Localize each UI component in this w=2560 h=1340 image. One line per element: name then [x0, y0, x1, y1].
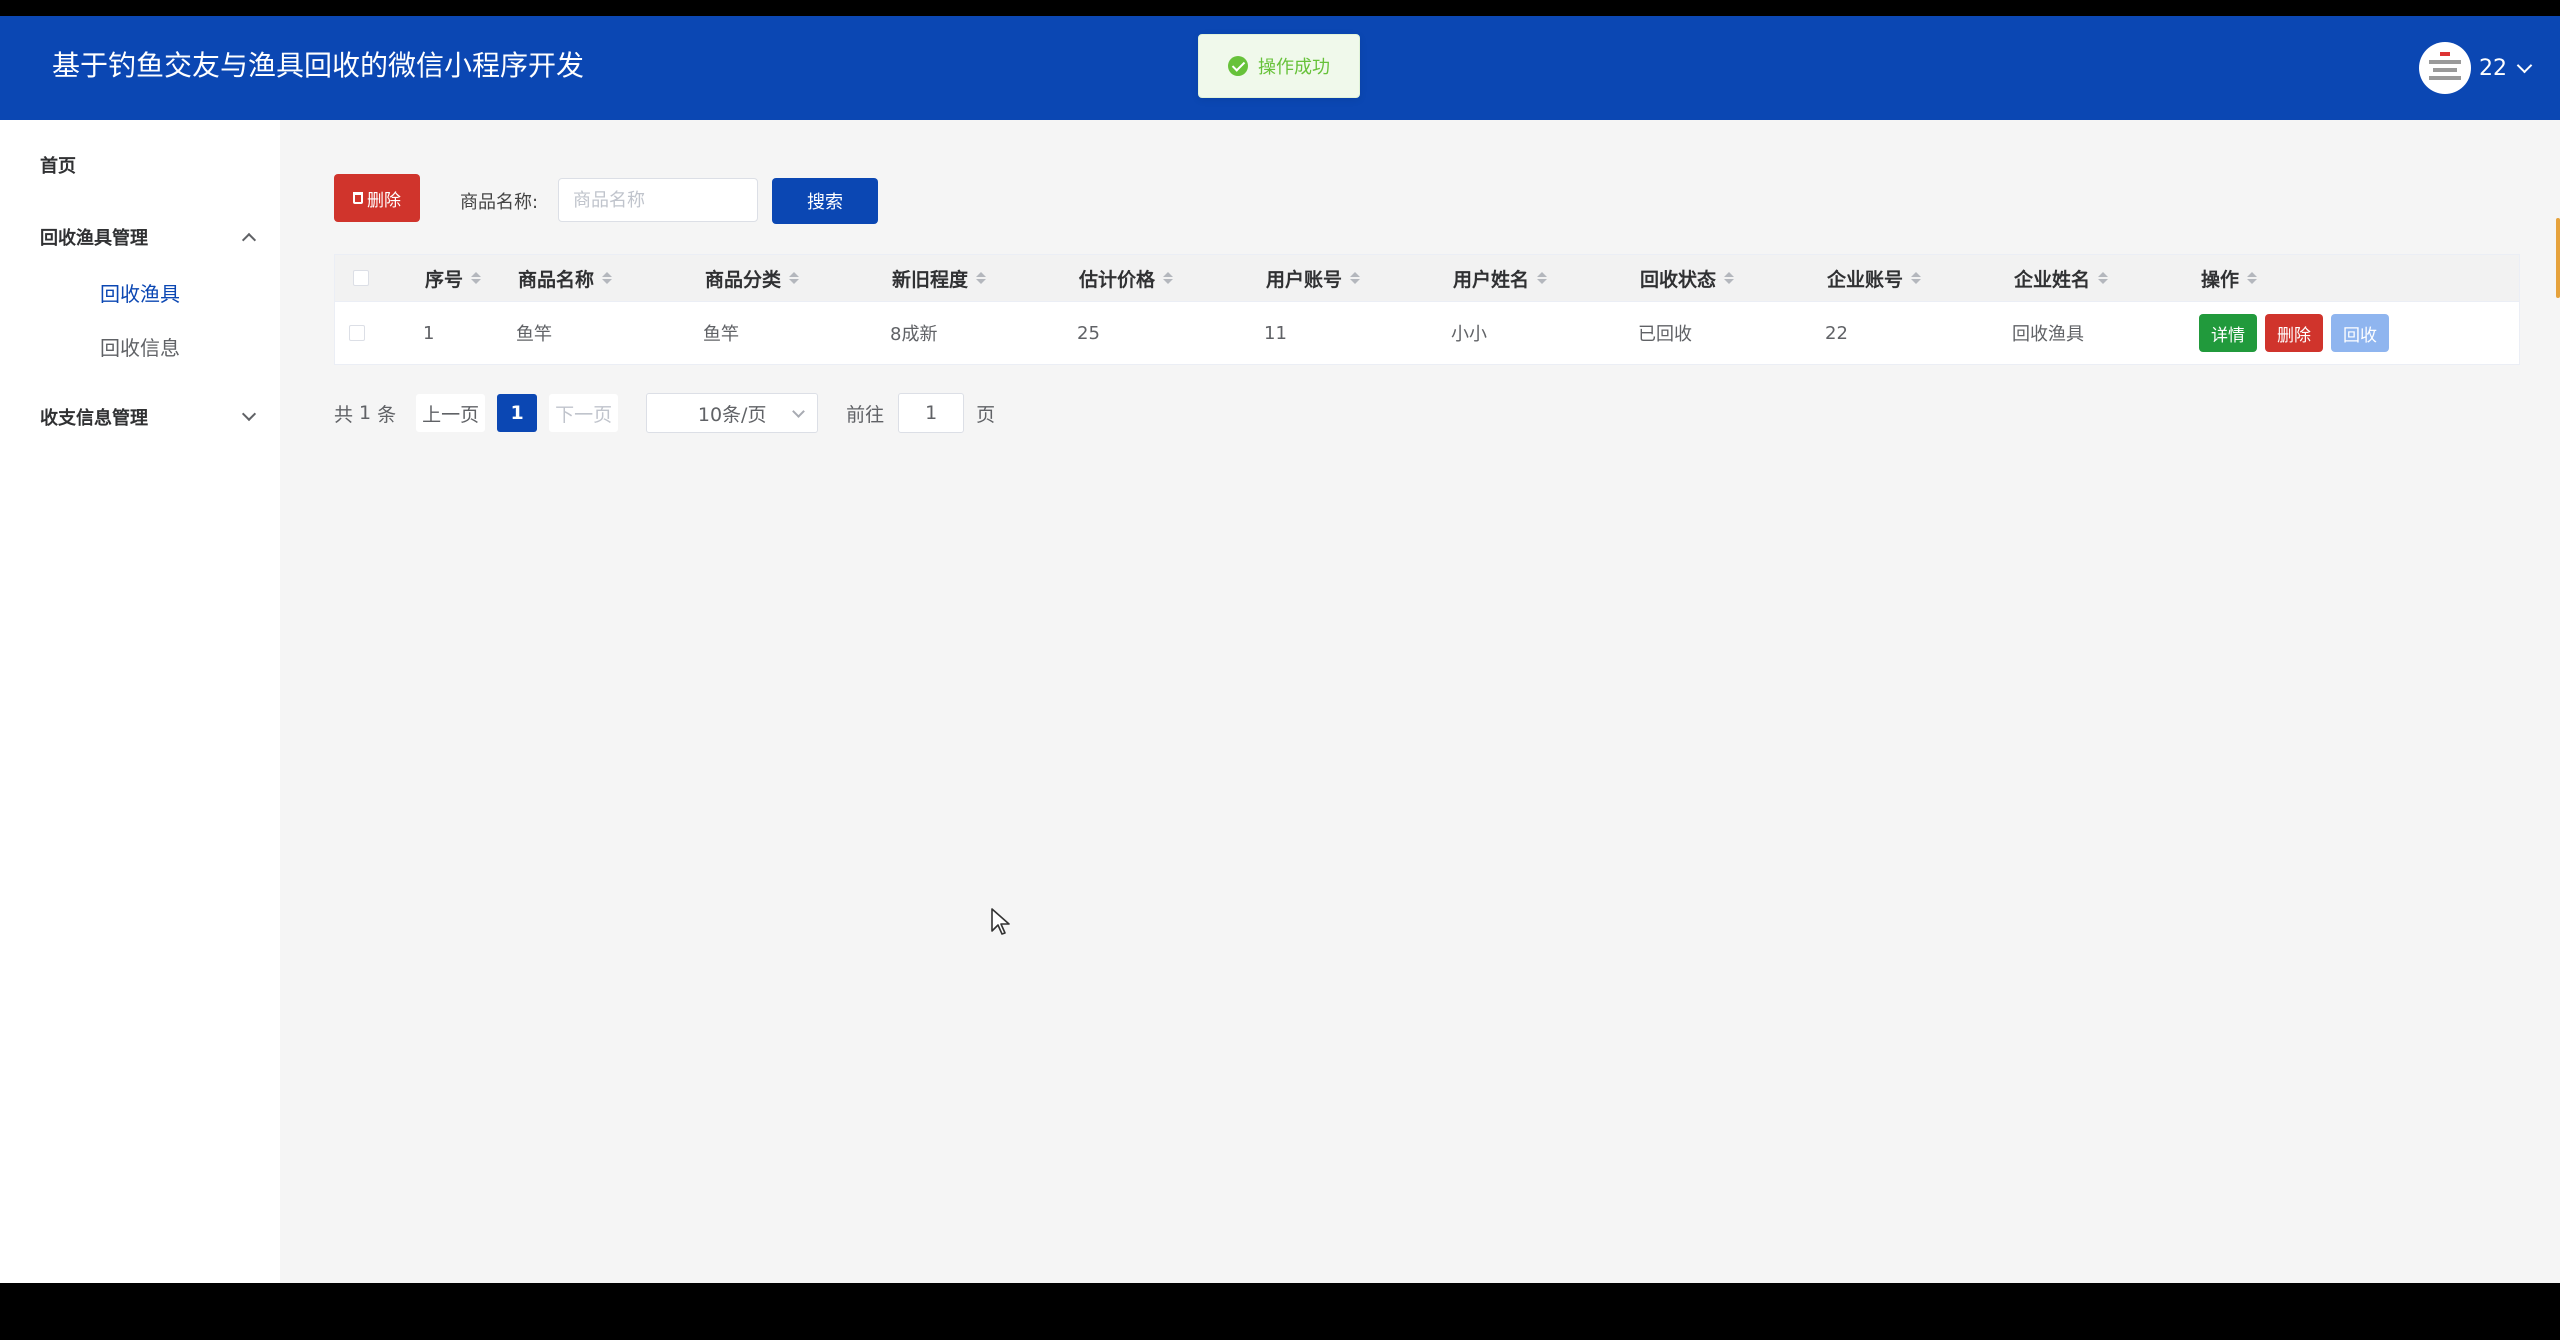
col-header[interactable]: 商品分类	[705, 255, 800, 301]
delete-button[interactable]: 删除	[2265, 314, 2323, 352]
sort-icon	[2098, 272, 2109, 284]
sidebar: 首页 回收渔具管理 回收渔具 回收信息 收支信息管理	[0, 120, 280, 1283]
sidebar-group-label: 收支信息管理	[40, 408, 148, 429]
pagination-total-prefix: 共	[334, 403, 354, 426]
sort-icon	[471, 272, 482, 284]
cell-status: 已回收	[1638, 324, 1692, 345]
sidebar-item-home[interactable]: 首页	[40, 152, 76, 178]
cell-category: 鱼竿	[703, 324, 739, 345]
chevron-down-icon	[792, 405, 806, 418]
row-select-cell	[349, 302, 365, 364]
pagination: 共 1 条 上一页 1 下一页 10条/页 前往 页	[334, 393, 995, 433]
scroll-indicator	[2556, 218, 2560, 298]
cell-user-account: 11	[1264, 322, 1287, 344]
sidebar-group-finance[interactable]: 收支信息管理	[40, 404, 257, 430]
cell-actions: 详情 删除 回收	[2199, 302, 2397, 364]
select-all-cell	[353, 255, 369, 301]
sort-icon	[1537, 272, 1548, 284]
sort-icon	[1163, 272, 1174, 284]
check-circle-icon	[1228, 56, 1248, 76]
detail-button[interactable]: 详情	[2199, 314, 2257, 352]
col-header[interactable]: 新旧程度	[892, 255, 987, 301]
table-row: 1 鱼竿 鱼竿 8成新 25 11 小小 已回收 22 回收渔具 详情 删除 回…	[335, 302, 2519, 364]
sidebar-item-recycle-gear[interactable]: 回收渔具	[100, 278, 180, 307]
row-checkbox[interactable]	[349, 325, 365, 341]
avatar[interactable]	[2419, 42, 2471, 94]
sort-icon	[2247, 272, 2258, 284]
prev-page-button[interactable]: 上一页	[416, 394, 486, 432]
page-unit-label: 页	[976, 403, 996, 426]
sidebar-group-label: 回收渔具管理	[40, 228, 148, 249]
col-header[interactable]: 用户姓名	[1453, 255, 1548, 301]
page-size-value: 10条/页	[697, 403, 767, 426]
pagination-total-suffix: 条	[377, 403, 397, 426]
goto-page-input[interactable]	[898, 393, 965, 433]
bottom-bar	[0, 1283, 2560, 1340]
col-header[interactable]: 估计价格	[1079, 255, 1174, 301]
sort-icon	[602, 272, 613, 284]
col-header[interactable]: 操作	[2201, 255, 2258, 301]
cell-price: 25	[1077, 322, 1100, 344]
recycle-button[interactable]: 回收	[2331, 314, 2389, 352]
col-header[interactable]: 企业姓名	[2014, 255, 2109, 301]
col-header[interactable]: 序号	[425, 255, 482, 301]
sort-icon	[976, 272, 987, 284]
page-size-select[interactable]: 10条/页	[646, 393, 819, 433]
sidebar-group-recycle[interactable]: 回收渔具管理	[40, 224, 257, 250]
cell-condition: 8成新	[890, 324, 938, 345]
main-content: 删除 商品名称: 搜索 序号 商品名称 商品分类 新旧程度 估计价格 用户账号 …	[280, 120, 2560, 1283]
app-title: 基于钓鱼交友与渔具回收的微信小程序开发	[52, 49, 585, 82]
col-header[interactable]: 企业账号	[1827, 255, 1922, 301]
user-menu[interactable]: 22	[2419, 16, 2533, 120]
cell-index: 1	[423, 322, 435, 344]
cell-company-name: 回收渔具	[2012, 324, 2084, 345]
cell-user-name: 小小	[1451, 324, 1487, 345]
search-button[interactable]: 搜索	[772, 178, 878, 224]
batch-delete-label: 删除	[367, 190, 401, 211]
chevron-down-icon[interactable]	[2516, 57, 2533, 73]
chevron-down-icon	[241, 406, 257, 422]
sort-icon	[1724, 272, 1735, 284]
col-header[interactable]: 用户账号	[1266, 255, 1361, 301]
col-header[interactable]: 商品名称	[518, 255, 613, 301]
success-toast: 操作成功	[1198, 34, 1360, 98]
select-all-checkbox[interactable]	[353, 270, 369, 286]
goto-label: 前往	[846, 403, 885, 426]
cell-name: 鱼竿	[516, 324, 552, 345]
sort-icon	[789, 272, 800, 284]
search-input[interactable]	[558, 178, 758, 222]
toast-message: 操作成功	[1258, 57, 1330, 78]
trash-icon	[353, 192, 363, 204]
col-header[interactable]: 回收状态	[1640, 255, 1735, 301]
search-label: 商品名称:	[460, 192, 539, 213]
sort-icon	[1911, 272, 1922, 284]
batch-delete-button[interactable]: 删除	[334, 174, 420, 222]
table-header: 序号 商品名称 商品分类 新旧程度 估计价格 用户账号 用户姓名 回收状态 企业…	[335, 255, 2519, 302]
pagination-total: 1	[359, 402, 372, 424]
user-name[interactable]: 22	[2479, 56, 2507, 81]
cell-company-account: 22	[1825, 322, 1848, 344]
sidebar-item-recycle-info[interactable]: 回收信息	[100, 332, 180, 361]
page-number-current[interactable]: 1	[497, 394, 538, 432]
data-table: 序号 商品名称 商品分类 新旧程度 估计价格 用户账号 用户姓名 回收状态 企业…	[334, 254, 2520, 365]
sort-icon	[1350, 272, 1361, 284]
next-page-button[interactable]: 下一页	[549, 394, 619, 432]
chevron-up-icon	[241, 232, 257, 248]
